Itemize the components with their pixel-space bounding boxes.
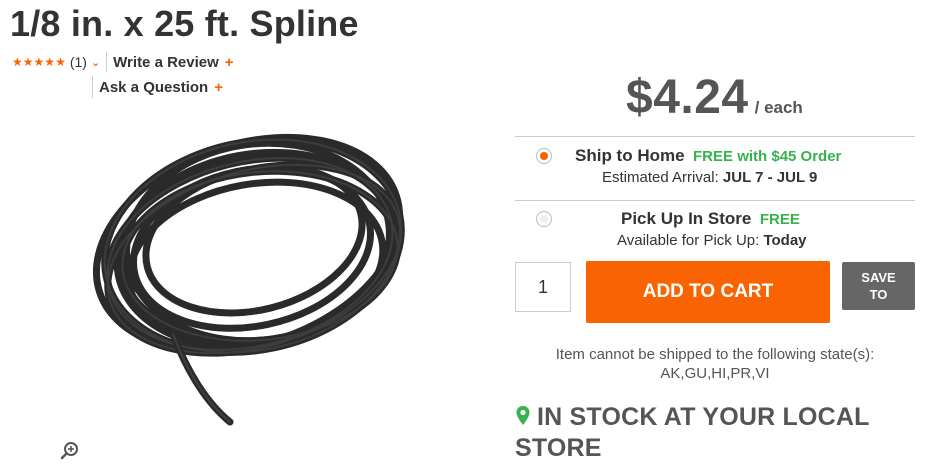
stock-status: IN STOCK AT YOUR LOCAL STORE: [515, 402, 935, 464]
price-block: $4.24 / each: [626, 70, 803, 125]
shipping-restriction-note: Item cannot be shipped to the following …: [515, 345, 915, 383]
plus-icon[interactable]: +: [214, 79, 223, 96]
pickup-available-label: Available for Pick Up:: [617, 232, 760, 249]
product-title: 1/8 in. x 25 ft. Spline: [10, 3, 359, 44]
ask-question-link[interactable]: Ask a Question: [99, 79, 208, 96]
pick-up-label: Pick Up In Store: [621, 209, 752, 228]
estimated-arrival-value: JUL 7 - JUL 9: [722, 169, 818, 186]
save-to-button[interactable]: SAVE TO: [842, 262, 915, 310]
ship-free-text: FREE with $45 Order: [693, 148, 842, 165]
restricted-states: AK,GU,HI,PR,VI: [660, 365, 770, 382]
price-value: $4.24: [626, 71, 749, 124]
save-to-label-line1: SAVE: [861, 270, 896, 285]
stock-status-line1: IN STOCK AT YOUR LOCAL: [537, 403, 870, 431]
ask-question-row: Ask a Question +: [92, 76, 223, 98]
write-review-link[interactable]: Write a Review: [113, 54, 219, 71]
review-count[interactable]: (1): [70, 54, 87, 70]
star-icon: ★: [44, 55, 56, 69]
price-unit: / each: [754, 98, 803, 117]
star-icon: ★: [55, 55, 66, 69]
stock-status-line2: STORE: [515, 434, 602, 462]
plus-icon[interactable]: +: [225, 54, 234, 71]
ship-to-home-radio[interactable]: [536, 148, 552, 164]
star-icon: ★: [22, 55, 34, 69]
quantity-input[interactable]: 1: [515, 262, 571, 312]
rating-stars[interactable]: ★ ★ ★ ★ ★: [12, 56, 66, 68]
save-to-label-line2: TO: [869, 287, 888, 302]
estimated-arrival-label: Estimated Arrival:: [602, 169, 719, 186]
pick-up-in-store-option[interactable]: Pick Up In Store FREE Available for Pick…: [617, 209, 941, 251]
add-to-cart-button[interactable]: ADD TO CART: [586, 261, 830, 323]
pickup-available-value: Today: [763, 232, 807, 249]
divider: [106, 52, 108, 72]
star-icon: ★: [33, 55, 45, 69]
zoom-icon[interactable]: [60, 440, 80, 460]
pick-up-in-store-radio[interactable]: [536, 211, 552, 227]
location-pin-icon: [516, 406, 530, 425]
product-image: [92, 133, 405, 426]
pickup-free-text: FREE: [759, 211, 800, 228]
ship-to-home-option[interactable]: Ship to Home FREE with $45 Order Estimat…: [575, 146, 895, 188]
chevron-down-icon[interactable]: ⌄: [91, 56, 100, 69]
divider: [515, 200, 915, 201]
divider: [515, 136, 915, 137]
shipping-restriction-text: Item cannot be shipped to the following …: [555, 346, 875, 363]
ratings-row: ★ ★ ★ ★ ★ (1) ⌄ Write a Review +: [12, 52, 234, 72]
ship-to-home-label: Ship to Home: [575, 146, 685, 165]
star-icon: ★: [12, 55, 23, 69]
